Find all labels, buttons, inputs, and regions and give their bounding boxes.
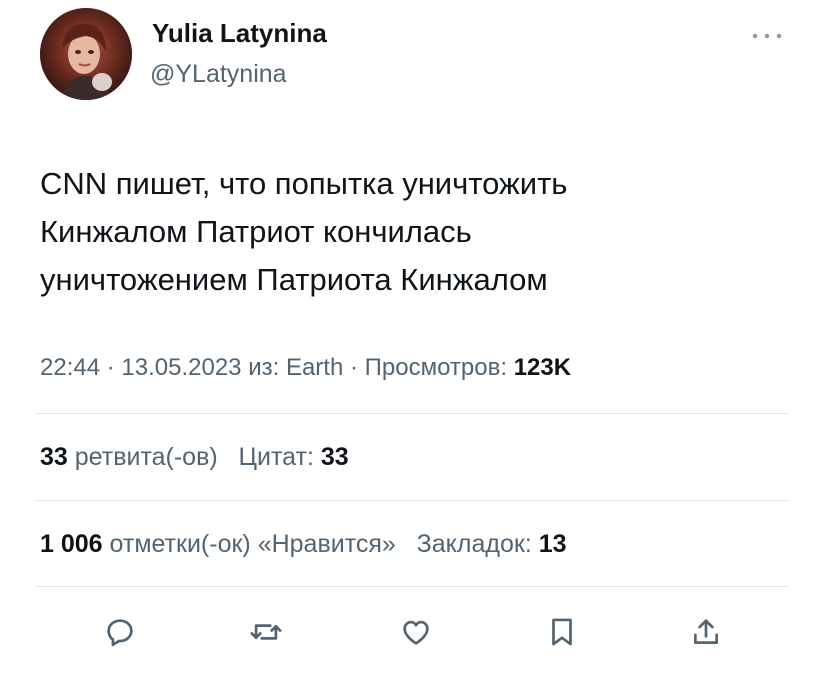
bookmarks-link[interactable]: Закладок: 13	[417, 530, 567, 558]
reply-button[interactable]	[100, 612, 140, 652]
retweets-label: ретвита(-ов)	[74, 443, 218, 471]
tweet-metadata: 22:44 · 13.05.2023 из: Earth · Просмотро…	[40, 354, 571, 382]
retweet-button[interactable]	[246, 612, 286, 652]
like-icon	[403, 620, 429, 645]
bookmarks-count: 13	[538, 530, 567, 558]
like-bookmark-stats: 1 006 отметки(-ок) «Нравится» Закладок: …	[40, 530, 567, 559]
divider	[36, 500, 788, 501]
views-label: Просмотров:	[364, 354, 508, 381]
divider	[36, 413, 788, 414]
likes-count: 1 006	[40, 530, 103, 558]
tweet-source[interactable]: Earth	[286, 354, 343, 381]
retweets-link[interactable]: 33 ретвита(-ов)	[40, 443, 218, 471]
quotes-count: 33	[320, 443, 349, 471]
separator: ·	[100, 354, 122, 381]
avatar[interactable]	[40, 8, 132, 100]
views-count[interactable]: 123K	[514, 354, 571, 381]
bookmarks-label: Закладок:	[416, 530, 532, 558]
quotes-link[interactable]: Цитат: 33	[239, 443, 349, 471]
author-display-name[interactable]: Yulia Latynina	[152, 18, 327, 49]
share-button[interactable]	[686, 612, 726, 652]
tweet-date[interactable]: 13.05.2023	[121, 354, 241, 381]
separator: ·	[343, 354, 365, 381]
tweet-text: CNN пишет, что попытка уничтожить Кинжал…	[40, 160, 800, 304]
tweet-text-line: CNN пишет, что попытка уничтожить	[40, 166, 568, 201]
divider	[36, 586, 788, 587]
bookmark-icon	[552, 618, 572, 646]
source-prefix: из:	[248, 354, 286, 381]
likes-label: отметки(-ок) «Нравится»	[109, 530, 396, 558]
bookmark-button[interactable]	[542, 612, 582, 652]
more-options-icon[interactable]	[750, 30, 784, 42]
avatar-photo	[40, 8, 132, 100]
retweet-quote-stats: 33 ретвита(-ов) Цитат: 33	[40, 443, 349, 472]
tweet-text-line: Кинжалом Патриот кончилась	[40, 214, 472, 249]
likes-link[interactable]: 1 006 отметки(-ок) «Нравится»	[40, 530, 396, 558]
author-handle[interactable]: @YLatynina	[150, 60, 287, 89]
retweet-icon	[250, 624, 282, 640]
like-button[interactable]	[396, 612, 436, 652]
tweet-time[interactable]: 22:44	[40, 354, 100, 381]
share-icon	[694, 619, 718, 644]
tweet-text-line: уничтожением Патриота Кинжалом	[40, 262, 548, 297]
retweets-count: 33	[40, 443, 68, 471]
reply-icon	[107, 619, 133, 647]
quotes-label: Цитат:	[238, 443, 314, 471]
